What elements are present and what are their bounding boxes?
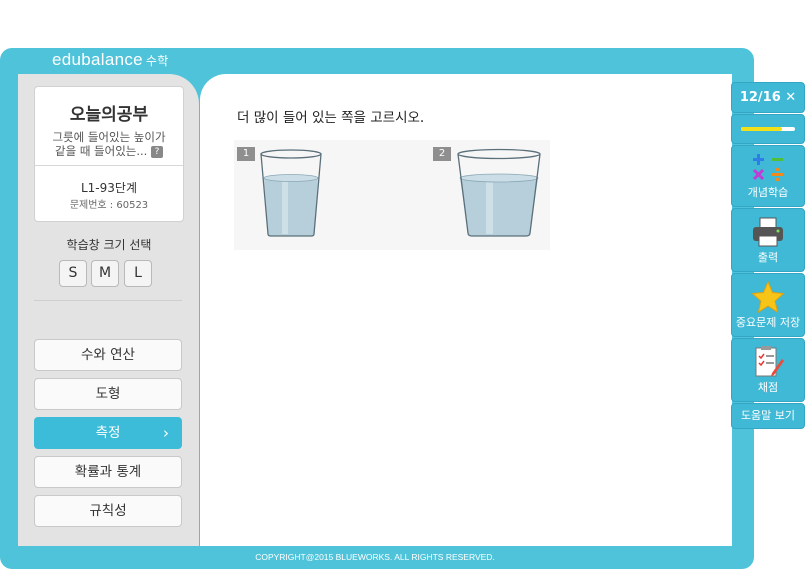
category-number-operations[interactable]: 수와 연산	[34, 339, 182, 371]
today-study-card: 오늘의공부 그릇에 들어있는 높이가 같을 때 들어있는... ? L1-93단…	[34, 86, 184, 222]
category-label: 측정	[95, 425, 121, 441]
card-description: 그릇에 들어있는 높이가 같을 때 들어있는... ?	[35, 130, 183, 158]
app-logo: edubalance 수학	[52, 50, 169, 70]
card-desc-line1: 그릇에 들어있는 높이가	[52, 130, 166, 144]
grade-label: 채점	[757, 381, 779, 394]
glass-1[interactable]	[258, 148, 324, 238]
grading-sheet-icon	[755, 346, 784, 377]
help-button[interactable]: 도움말 보기	[731, 403, 805, 429]
card-desc-line2: 같을 때 들어있는...	[55, 144, 148, 158]
close-icon[interactable]: ✕	[785, 90, 796, 105]
print-label: 출력	[757, 251, 779, 264]
size-m-button[interactable]: M	[91, 260, 119, 287]
sidebar-divider	[34, 300, 182, 301]
option-1-badge[interactable]: 1	[237, 147, 255, 161]
progress-indicator: 12/16 ✕	[731, 82, 805, 113]
print-button[interactable]: 출력	[731, 208, 805, 272]
card-divider	[35, 165, 183, 166]
progress-text: 12/16	[739, 90, 781, 105]
category-geometry[interactable]: 도형	[34, 378, 182, 410]
progress-bar-fill	[741, 127, 782, 131]
save-important-label: 중요문제 저장	[735, 316, 801, 329]
progress-bar-track	[741, 127, 795, 131]
printer-icon	[753, 217, 783, 247]
question-text: 더 많이 들어 있는 쪽을 고르시오.	[237, 110, 425, 126]
card-problem-number: 문제번호 : 60523	[69, 200, 149, 211]
size-l-button[interactable]: L	[124, 260, 152, 287]
concept-study-button[interactable]: 개념학습	[731, 145, 805, 207]
category-probability-statistics[interactable]: 확률과 통계	[34, 456, 182, 488]
logo-brand: edubalance	[52, 50, 143, 69]
size-s-button[interactable]: S	[59, 260, 87, 287]
category-patterns[interactable]: 규칙성	[34, 495, 182, 527]
help-label: 도움말 보기	[740, 409, 796, 422]
category-measurement[interactable]: 측정 ›	[34, 417, 182, 449]
chevron-right-icon: ›	[163, 424, 169, 442]
math-operations-icon	[752, 154, 783, 182]
category-label: 확률과 통계	[74, 464, 142, 480]
category-label: 규칙성	[89, 503, 127, 519]
star-icon	[751, 280, 785, 314]
glass-2[interactable]	[456, 148, 542, 238]
help-question-icon[interactable]: ?	[151, 145, 163, 158]
concept-study-label: 개념학습	[747, 186, 789, 199]
category-label: 수와 연산	[81, 347, 135, 363]
progress-bar-box	[731, 114, 805, 144]
size-select-label: 학습창 크기 선택	[66, 238, 152, 252]
copyright-footer: COPYRIGHT@2015 BLUEWORKS. ALL RIGHTS RES…	[255, 552, 495, 562]
category-label: 도형	[95, 386, 121, 402]
save-important-button[interactable]: 중요문제 저장	[731, 273, 805, 337]
option-2-badge[interactable]: 2	[433, 147, 451, 161]
logo-sub: 수학	[145, 54, 169, 68]
grade-button[interactable]: 채점	[731, 338, 805, 402]
card-step: L1-93단계	[80, 181, 137, 195]
card-title: 오늘의공부	[69, 105, 149, 125]
